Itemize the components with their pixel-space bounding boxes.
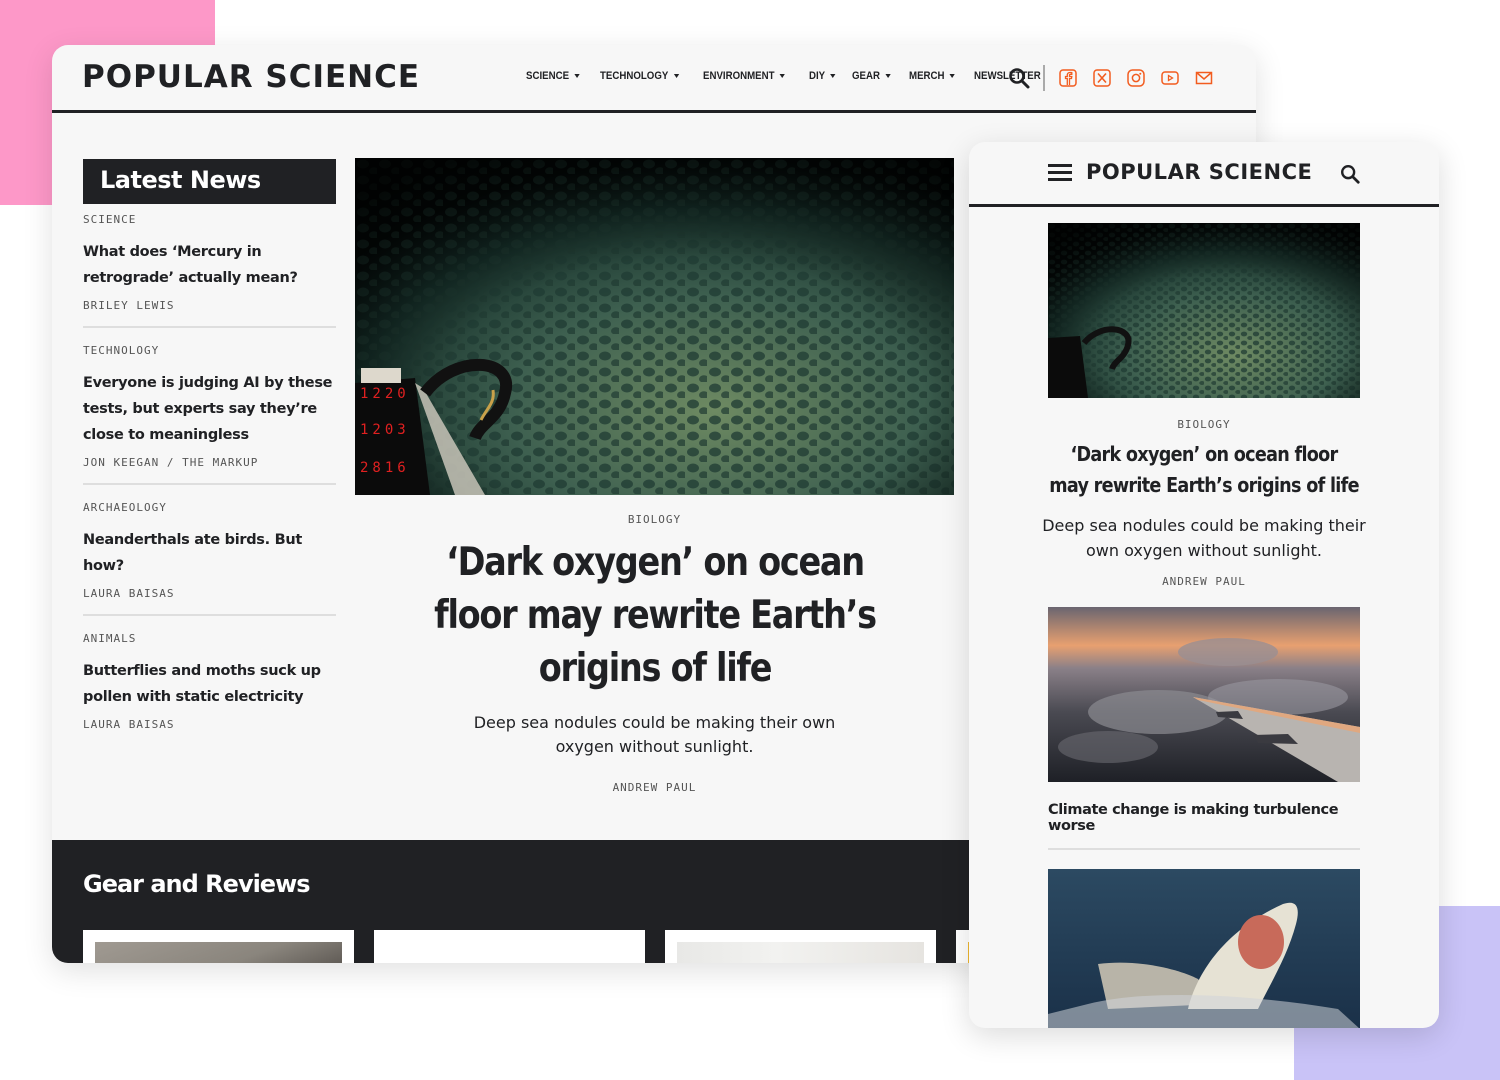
gear-card[interactable] bbox=[374, 930, 645, 963]
email-icon[interactable] bbox=[1195, 69, 1213, 87]
facebook-icon[interactable] bbox=[1059, 69, 1077, 87]
breaching-shark-photo bbox=[1048, 869, 1360, 1028]
desktop-header: POPULAR SCIENCE SCIENCE TECHNOLOGY ENVIR… bbox=[52, 45, 1256, 113]
mobile-featured-category[interactable]: BIOLOGY bbox=[1048, 418, 1360, 431]
search-icon[interactable] bbox=[1007, 66, 1031, 90]
caret-down-icon bbox=[673, 74, 679, 78]
caret-down-icon bbox=[949, 74, 955, 78]
mobile-story-image[interactable] bbox=[1048, 607, 1360, 782]
article-author[interactable]: JON KEEGAN / THE MARKUP bbox=[83, 456, 336, 469]
mobile-story-headline-link[interactable]: Climate change is making turbulence wors… bbox=[1048, 802, 1378, 834]
mobile-window: POPULAR SCIENCE BIOLOGY ‘Dark oxygen’ on… bbox=[969, 142, 1439, 1028]
gear-card[interactable] bbox=[665, 930, 936, 963]
nav-label: DIY bbox=[808, 70, 825, 82]
hero-image[interactable]: 1220 1203 2816 bbox=[355, 158, 954, 495]
image-readout-3: 2816 bbox=[360, 460, 410, 476]
hero-dek: Deep sea nodules could be making their o… bbox=[473, 713, 836, 756]
nav-item-merch[interactable]: MERCH bbox=[909, 70, 955, 82]
article-author[interactable]: LAURA BAISAS bbox=[83, 587, 336, 600]
gear-card-image bbox=[677, 942, 924, 963]
nav-label: TECHNOLOGY bbox=[599, 70, 669, 82]
instagram-icon[interactable] bbox=[1127, 69, 1145, 87]
nav-item-diy[interactable]: DIY bbox=[809, 70, 836, 82]
list-item: ANIMALS Butterflies and moths suck up po… bbox=[83, 632, 336, 745]
gear-section-heading: Gear and Reviews bbox=[83, 870, 311, 898]
search-icon[interactable] bbox=[1339, 163, 1361, 185]
image-readout-2: 1203 bbox=[360, 422, 410, 438]
latest-news-list: SCIENCE What does ‘Mercury in retrograde… bbox=[83, 213, 336, 761]
hero-headline-link[interactable]: ‘Dark oxygen’ on ocean floor may rewrite… bbox=[431, 536, 878, 695]
mobile-featured-headline-link[interactable]: ‘Dark oxygen’ on ocean floor may rewrite… bbox=[1049, 439, 1359, 501]
airplane-wing-clouds-photo bbox=[1048, 607, 1360, 782]
caret-down-icon bbox=[830, 74, 836, 78]
nav-item-technology[interactable]: TECHNOLOGY bbox=[600, 70, 679, 82]
article-author[interactable]: LAURA BAISAS bbox=[83, 718, 336, 731]
mobile-divider bbox=[1048, 848, 1360, 850]
gear-card-image bbox=[95, 942, 342, 963]
caret-down-icon bbox=[779, 74, 785, 78]
article-headline-link[interactable]: Neanderthals ate birds. But how? bbox=[83, 527, 336, 579]
nav-label: GEAR bbox=[852, 70, 881, 82]
hero-author[interactable]: ANDREW PAUL bbox=[355, 781, 954, 794]
mobile-site-logo[interactable]: POPULAR SCIENCE bbox=[1086, 160, 1312, 184]
header-divider bbox=[1043, 65, 1045, 91]
mobile-featured-image[interactable] bbox=[1048, 223, 1360, 398]
caret-down-icon bbox=[574, 74, 580, 78]
article-category[interactable]: ARCHAEOLOGY bbox=[83, 501, 336, 514]
image-readout-1: 1220 bbox=[360, 386, 410, 402]
caret-down-icon bbox=[885, 74, 891, 78]
nav-label: SCIENCE bbox=[526, 70, 570, 82]
mobile-header: POPULAR SCIENCE bbox=[969, 142, 1439, 207]
article-headline-link[interactable]: Everyone is judging AI by these tests, b… bbox=[83, 370, 336, 448]
list-item: ARCHAEOLOGY Neanderthals ate birds. But … bbox=[83, 501, 336, 616]
gear-card[interactable] bbox=[83, 930, 354, 963]
mobile-featured-article: BIOLOGY ‘Dark oxygen’ on ocean floor may… bbox=[1042, 418, 1366, 588]
nav-item-gear[interactable]: GEAR bbox=[852, 70, 891, 82]
article-category[interactable]: ANIMALS bbox=[83, 632, 336, 645]
site-logo[interactable]: POPULAR SCIENCE bbox=[82, 59, 420, 95]
article-author[interactable]: BRILEY LEWIS bbox=[83, 299, 336, 312]
nav-label: MERCH bbox=[908, 70, 945, 82]
nav-item-science[interactable]: SCIENCE bbox=[526, 70, 580, 82]
article-headline-link[interactable]: What does ‘Mercury in retrograde’ actual… bbox=[83, 239, 336, 291]
hamburger-menu-icon[interactable] bbox=[1048, 164, 1072, 182]
article-headline-link[interactable]: Butterflies and moths suck up pollen wit… bbox=[83, 658, 336, 710]
gear-card-image bbox=[386, 942, 633, 963]
deep-sea-nodules-photo: 1220 1203 2816 bbox=[355, 158, 954, 495]
mobile-story-image[interactable] bbox=[1048, 869, 1360, 1028]
main-nav: SCIENCE TECHNOLOGY ENVIRONMENT DIY GEAR … bbox=[526, 70, 1063, 82]
stage: POPULAR SCIENCE SCIENCE TECHNOLOGY ENVIR… bbox=[0, 0, 1500, 1080]
youtube-icon[interactable] bbox=[1161, 69, 1179, 87]
deep-sea-nodules-photo bbox=[1048, 223, 1360, 398]
list-item: TECHNOLOGY Everyone is judging AI by the… bbox=[83, 344, 336, 485]
nav-label: ENVIRONMENT bbox=[702, 70, 775, 82]
nav-item-environment[interactable]: ENVIRONMENT bbox=[703, 70, 785, 82]
mobile-featured-author[interactable]: ANDREW PAUL bbox=[1048, 575, 1360, 588]
article-category[interactable]: TECHNOLOGY bbox=[83, 344, 336, 357]
article-category[interactable]: SCIENCE bbox=[83, 213, 336, 226]
hero-article: BIOLOGY ‘Dark oxygen’ on ocean floor may… bbox=[355, 513, 954, 794]
latest-news-heading: Latest News bbox=[83, 159, 336, 204]
list-item: SCIENCE What does ‘Mercury in retrograde… bbox=[83, 213, 336, 328]
x-icon[interactable] bbox=[1093, 69, 1111, 87]
mobile-featured-dek: Deep sea nodules could be making their o… bbox=[1042, 516, 1366, 560]
hero-category[interactable]: BIOLOGY bbox=[355, 513, 954, 526]
header-icons bbox=[1007, 65, 1229, 91]
